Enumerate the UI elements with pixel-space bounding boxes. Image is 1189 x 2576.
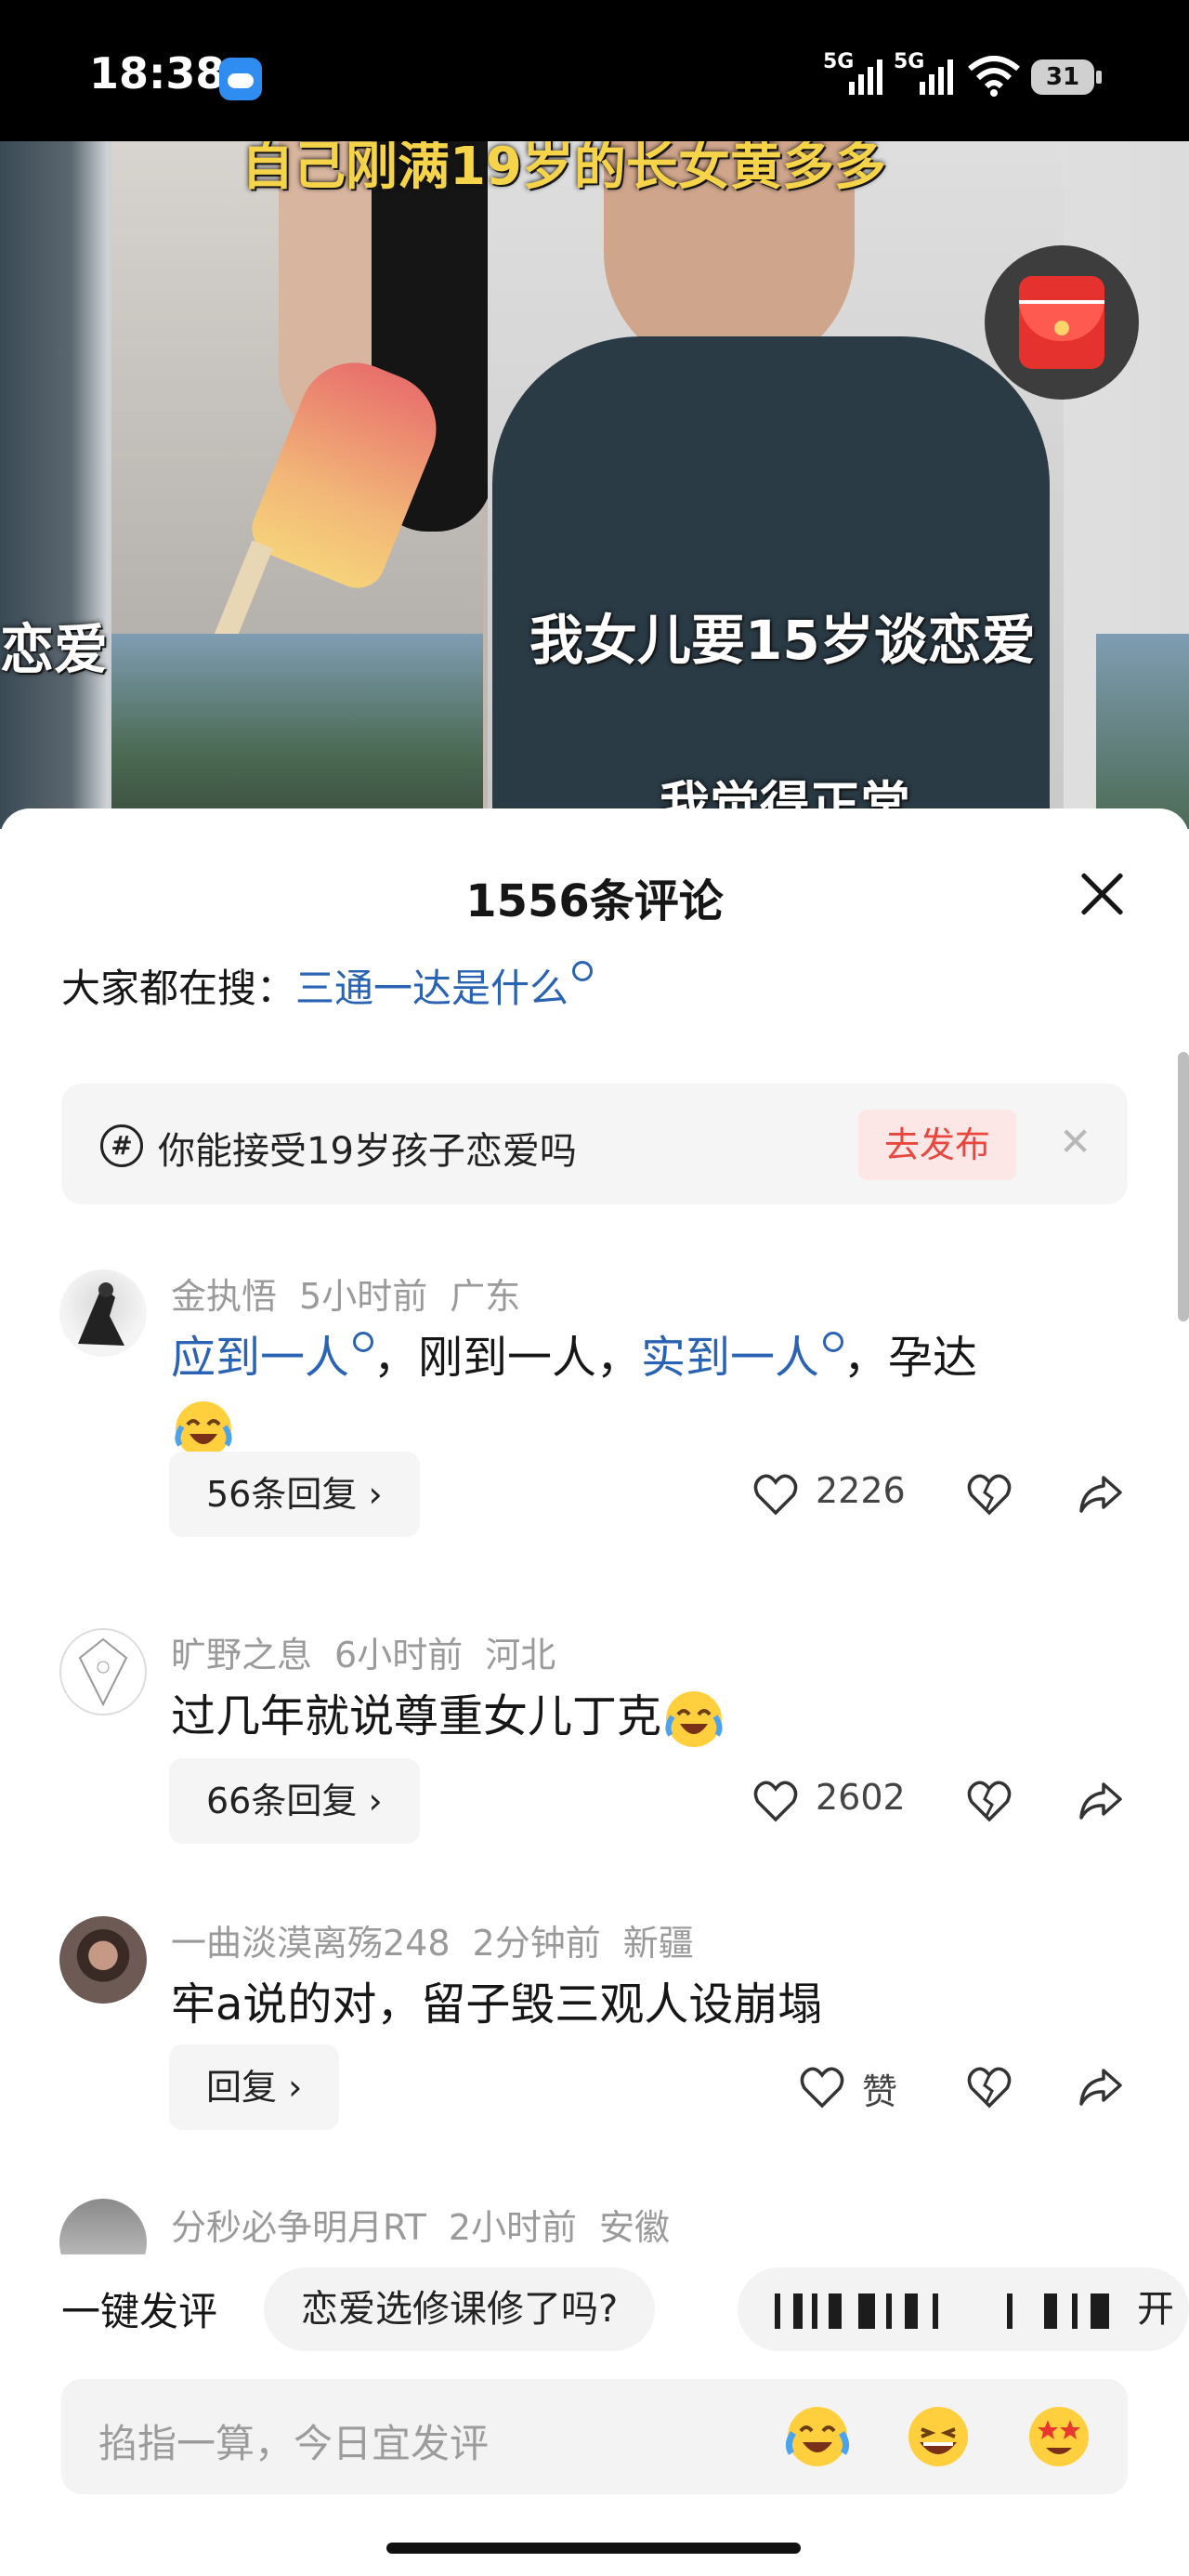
comment-meta: 旷野之息 6小时前 河北: [171, 1626, 578, 1677]
home-indicator[interactable]: [386, 2543, 801, 2554]
weather-icon: [219, 58, 262, 100]
comment-text-segment: ，刚到一人，: [373, 1332, 642, 1384]
laugh-cry-emoji[interactable]: [782, 2401, 853, 2472]
avatar[interactable]: [59, 1628, 147, 1715]
comment-time: 5小时前: [299, 1276, 428, 1317]
comment-item: 旷野之息 6小时前 河北 过几年就说尊重女儿丁克 66条回复 › 2602: [0, 1628, 1189, 1870]
close-icon[interactable]: [1078, 870, 1126, 918]
comment-actions: 2602: [752, 1758, 1143, 1844]
comment-username[interactable]: 分秒必争明月RT: [171, 2207, 426, 2248]
comment-item: 金执悟 5小时前 广东 应到一人 ，刚到一人，实到一人 ，孕达 56条回复 › 2226: [0, 1269, 1189, 1548]
comment-location: 广东: [450, 1276, 521, 1317]
quick-comment-chip[interactable]: 开: [738, 2267, 1189, 2351]
comment-actions: 赞: [752, 2044, 1143, 2130]
comment-username[interactable]: 旷野之息: [171, 1635, 312, 1676]
comment-item: 一曲淡漠离殇248 2分钟前 新疆 牢a说的对，留子毁三观人设崩塌 回复 › 赞: [0, 1916, 1189, 2158]
blurred-chip-text: [775, 2293, 1109, 2329]
comment-time: 2小时前: [448, 2207, 578, 2248]
cellular-signal-1: 5G: [823, 50, 882, 95]
trending-search-row: 大家都在搜：三通一达是什么: [61, 957, 594, 1014]
comment-search-link[interactable]: 实到一人: [641, 1332, 819, 1384]
share-icon[interactable]: [1078, 1779, 1124, 1823]
comment-text: 牢a说的对，留子毁三观人设崩塌: [171, 1978, 823, 2031]
video-caption-main: 我女儿要15岁谈恋爱: [529, 609, 1036, 672]
man-shirt: [492, 336, 1050, 829]
comment-location: 河北: [485, 1635, 556, 1676]
comment-actions: 2226: [752, 1452, 1143, 1537]
dislike-heart-icon[interactable]: [966, 2065, 1013, 2109]
heart-icon[interactable]: [752, 1779, 799, 1823]
video-inset-photo-right: [1096, 634, 1189, 829]
comment-text-segment: ，孕达: [843, 1332, 978, 1384]
comment-meta: 分秒必争明月RT 2小时前 安徽: [171, 2199, 692, 2250]
heart-icon[interactable]: [752, 1472, 799, 1517]
heart-icon[interactable]: [799, 2065, 845, 2109]
hashtag-icon: #: [100, 1124, 143, 1167]
share-icon[interactable]: [1078, 1472, 1124, 1517]
replies-label: 66条回复: [206, 1781, 358, 1821]
comment-search-link[interactable]: 应到一人: [171, 1332, 349, 1384]
avatar[interactable]: [59, 2199, 147, 2254]
like-count: 赞: [862, 2071, 898, 2112]
quick-comment-row: 一键发评 恋爱选修课修了吗? 开: [0, 2267, 1189, 2351]
quick-comment-label: 一键发评: [61, 2289, 218, 2334]
reply-label: 回复: [206, 2067, 278, 2108]
comment-text-segment: 过几年就说尊重女儿丁克: [171, 1690, 662, 1742]
comment-username[interactable]: 金执悟: [171, 1276, 277, 1317]
comment-text: 过几年就说尊重女儿丁克: [171, 1682, 1100, 1752]
like-count: 2226: [816, 1470, 906, 1511]
quick-comment-chip[interactable]: 恋爱选修课修了吗?: [264, 2267, 656, 2351]
comment-text: 应到一人 ，刚到一人，实到一人 ，孕达: [171, 1323, 1100, 1462]
trending-search-prefix: 大家都在搜：: [61, 966, 296, 1011]
red-packet-icon: [1019, 276, 1104, 369]
battery-indicator: 31: [1031, 59, 1102, 95]
video-player[interactable]: 自己刚满19岁的长女黄多多 恋爱 我女儿要15岁谈恋爱 我觉得正常: [0, 141, 1189, 829]
publish-topic-button[interactable]: 去发布: [858, 1110, 1016, 1180]
view-replies-button[interactable]: 56条回复 ›: [169, 1452, 420, 1537]
dislike-heart-icon[interactable]: [966, 1472, 1013, 1517]
grin-emoji[interactable]: [903, 2401, 973, 2472]
search-icon: [353, 1332, 374, 1352]
topic-prompt-card[interactable]: # 你能接受19岁孩子恋爱吗 去发布 ✕: [61, 1084, 1128, 1204]
avatar[interactable]: [59, 1916, 147, 2004]
comment-location: 新疆: [622, 1923, 694, 1964]
comment-meta: 一曲淡漠离殇248 2分钟前 新疆: [171, 1914, 716, 1965]
comment-meta: 金执悟 5小时前 广东: [171, 1268, 542, 1319]
dislike-heart-icon[interactable]: [966, 1779, 1013, 1823]
share-icon[interactable]: [1078, 2065, 1124, 2109]
dismiss-topic-icon[interactable]: ✕: [1059, 1119, 1091, 1164]
view-replies-button[interactable]: 66条回复 ›: [169, 1758, 420, 1844]
status-bar: 18:38 5G 5G 31: [0, 0, 1189, 141]
star-eyes-emoji[interactable]: [1024, 2401, 1094, 2472]
laugh-cry-emoji: [665, 1691, 723, 1747]
reply-button[interactable]: 回复 ›: [169, 2044, 340, 2130]
video-caption-top: 自己刚满19岁的长女黄多多: [242, 141, 886, 197]
comment-time: 6小时前: [334, 1635, 464, 1676]
comment-item: 分秒必争明月RT 2小时前 安徽: [0, 2199, 1189, 2254]
clock: 18:38: [89, 48, 226, 99]
comment-input[interactable]: 掐指一算，今日宜发评: [61, 2379, 1128, 2494]
replies-label: 56条回复: [206, 1474, 358, 1515]
video-caption-left: 恋爱: [0, 618, 109, 681]
comment-location: 安徽: [599, 2207, 671, 2248]
wifi-icon: [968, 56, 1020, 97]
comment-time: 2分钟前: [472, 1923, 601, 1964]
red-packet-button[interactable]: [985, 245, 1139, 400]
quick-comment-chip-text: 开: [1137, 2288, 1174, 2331]
comment-input-placeholder: 掐指一算，今日宜发评: [98, 2421, 490, 2466]
video-inset-photo: [111, 634, 483, 829]
search-icon: [572, 961, 594, 981]
like-count: 2602: [816, 1777, 906, 1818]
cellular-signal-2: 5G: [894, 50, 953, 95]
search-icon: [823, 1332, 844, 1352]
trending-search-link[interactable]: 三通一达是什么: [295, 966, 568, 1011]
comment-count-title: 1556条评论: [465, 875, 724, 927]
topic-prompt-text: 你能接受19岁孩子恋爱吗: [158, 1130, 577, 1173]
avatar[interactable]: [59, 1269, 147, 1357]
comment-username[interactable]: 一曲淡漠离殇248: [171, 1923, 451, 1964]
